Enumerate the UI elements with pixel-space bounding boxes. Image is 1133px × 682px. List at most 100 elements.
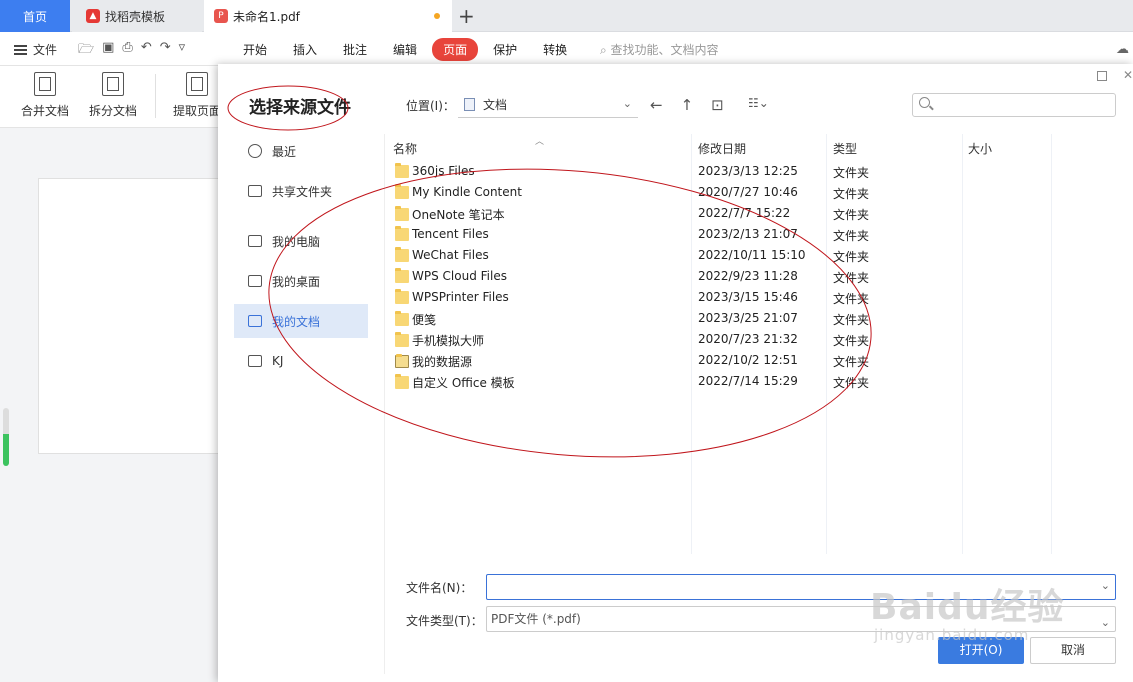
clock-icon [248, 144, 262, 158]
file-row[interactable]: WPS Cloud Files 2022/9/23 11:28 文件夹 [385, 266, 1051, 287]
sidebar-item-my-desktop[interactable]: 我的桌面 [234, 264, 368, 298]
file-type: 文件夹 [833, 166, 870, 180]
filename-label: 文件名(N)： [406, 581, 473, 595]
folder-icon [248, 355, 262, 367]
file-type: 文件夹 [833, 208, 870, 222]
print-icon[interactable]: ⎙ [122, 40, 132, 62]
menu-item[interactable]: 开始 [232, 38, 278, 61]
new-folder-icon[interactable]: ⊡ [711, 96, 724, 114]
menu-item[interactable]: 编辑 [382, 38, 428, 61]
merge-documents-label: 合并文档 [20, 104, 69, 118]
file-name: 我的数据源 [395, 353, 472, 370]
merge-documents-button[interactable]: 合并文档 [13, 72, 77, 119]
docer-logo-icon: ▲ [86, 9, 100, 23]
file-name-text: WPS Cloud Files [412, 269, 507, 283]
zoom-slider[interactable] [3, 408, 9, 466]
maximize-icon[interactable] [1096, 71, 1107, 81]
filetype-value: PDF文件 (*.pdf) [491, 612, 581, 626]
file-date: 2022/10/11 15:10 [698, 248, 806, 262]
file-search-input[interactable] [912, 93, 1116, 117]
watermark-url: jingyan.baidu.com [874, 626, 1030, 644]
file-name: My Kindle Content [395, 183, 522, 199]
sidebar-item-kj[interactable]: KJ [234, 344, 368, 378]
more-icon[interactable]: ▿ [179, 40, 186, 62]
file-name: 手机模拟大师 [395, 332, 484, 349]
file-row[interactable]: 自定义 Office 模板 2022/7/14 15:29 文件夹 [385, 371, 1051, 392]
sidebar-item-label: 我的文档 [272, 314, 321, 329]
file-row[interactable]: 手机模拟大师 2020/7/23 21:32 文件夹 [385, 329, 1051, 350]
split-document-button[interactable]: 拆分文档 [81, 72, 145, 119]
file-row[interactable]: My Kindle Content 2020/7/27 10:46 文件夹 [385, 182, 1051, 203]
unsaved-indicator [434, 13, 440, 19]
file-row[interactable]: 我的数据源 2022/10/2 12:51 文件夹 [385, 350, 1051, 371]
column-header-date[interactable]: 修改日期 [698, 140, 746, 157]
ribbon-divider [155, 74, 156, 118]
folder-icon [395, 162, 409, 178]
file-name-text: 360js Files [412, 164, 475, 178]
file-name: 自定义 Office 模板 [395, 374, 515, 391]
open-icon[interactable]: 🗁 [78, 40, 94, 62]
file-row[interactable]: 360js Files 2023/3/13 12:25 文件夹 [385, 161, 1051, 182]
places-sidebar: 最近 共享文件夹 我的电脑 我的桌面 我的文档 KJ [234, 134, 368, 384]
function-search-placeholder: 查找功能、文档内容 [610, 43, 719, 57]
extract-pages-label: 提取页面 [172, 104, 221, 118]
menu-item[interactable]: 批注 [332, 38, 378, 61]
column-header-size[interactable]: 大小 [968, 140, 992, 157]
file-row[interactable]: WPSPrinter Files 2023/3/15 15:46 文件夹 [385, 287, 1051, 308]
file-name: 便笺 [395, 311, 436, 328]
menu-item[interactable]: 页面 [432, 38, 479, 61]
sidebar-item-recent[interactable]: 最近 [234, 134, 368, 168]
tab-home[interactable]: 首页 [0, 0, 70, 32]
redo-icon[interactable]: ↷ [160, 40, 171, 62]
file-row[interactable]: Tencent Files 2023/2/13 21:07 文件夹 [385, 224, 1051, 245]
location-value: 文档 [483, 98, 508, 112]
back-arrow-icon[interactable]: ← [650, 96, 663, 114]
file-name-text: 便笺 [412, 313, 437, 327]
file-type: 文件夹 [833, 376, 870, 390]
sort-ascending-icon: ︿ [535, 137, 545, 147]
tab-document[interactable]: P 未命名1.pdf [204, 0, 452, 32]
file-name-text: 自定义 Office 模板 [412, 376, 515, 390]
up-arrow-icon[interactable]: ↑ [681, 96, 694, 114]
file-menu-button[interactable]: 文件 [14, 41, 57, 58]
tab-document-label: 未命名1.pdf [233, 9, 300, 24]
file-type: 文件夹 [833, 187, 870, 201]
column-header-name[interactable]: 名称 [393, 140, 417, 157]
column-header-type[interactable]: 类型 [833, 140, 857, 157]
file-row[interactable]: OneNote 笔记本 2022/7/7 15:22 文件夹 [385, 203, 1051, 224]
folder-icon [395, 311, 409, 326]
folder-icon [395, 267, 409, 283]
new-tab-icon[interactable]: + [458, 4, 475, 28]
menu-item[interactable]: 插入 [282, 38, 328, 61]
sidebar-item-my-documents[interactable]: 我的文档 [234, 304, 368, 338]
pdf-file-icon: P [214, 9, 228, 23]
column-divider [1051, 134, 1052, 554]
baidu-watermark: Baidu经验 jingyan.baidu.com [860, 560, 1130, 660]
menu-item[interactable]: 转换 [532, 38, 578, 61]
save-icon[interactable]: ▣ [102, 40, 114, 62]
filetype-label: 文件类型(T)： [406, 614, 483, 628]
function-search[interactable]: ⌕ 查找功能、文档内容 [600, 41, 719, 58]
view-mode-icon[interactable]: ☷⌄ [748, 96, 769, 110]
sidebar-item-label: 最近 [272, 144, 297, 159]
cloud-icon[interactable]: ☁ [1116, 42, 1129, 57]
location-select[interactable]: 文档 ⌄ [458, 92, 638, 118]
file-name: WPSPrinter Files [395, 288, 509, 304]
tab-template[interactable]: ▲ 找稻壳模板 [72, 0, 202, 32]
undo-icon[interactable]: ↶ [141, 40, 152, 62]
split-icon [102, 72, 124, 96]
file-date: 2020/7/27 10:46 [698, 185, 798, 199]
sidebar-item-my-computer[interactable]: 我的电脑 [234, 224, 368, 258]
file-row[interactable]: WeChat Files 2022/10/11 15:10 文件夹 [385, 245, 1051, 266]
file-row[interactable]: 便笺 2023/3/25 21:07 文件夹 [385, 308, 1051, 329]
sidebar-item-shared-folder[interactable]: 共享文件夹 [234, 174, 368, 208]
tab-home-label: 首页 [22, 9, 47, 24]
file-menu-label: 文件 [33, 43, 58, 57]
split-document-label: 拆分文档 [88, 104, 137, 118]
file-date: 2020/7/23 21:32 [698, 332, 798, 346]
document-page [38, 178, 228, 454]
menu-item[interactable]: 保护 [482, 38, 528, 61]
close-icon[interactable]: ✕ [1123, 68, 1133, 82]
quick-access-toolbar: 🗁 ▣ ⎙ ↶ ↷ ▿ [78, 40, 185, 62]
navigation-buttons: ← ↑ ⊡ [650, 96, 724, 114]
